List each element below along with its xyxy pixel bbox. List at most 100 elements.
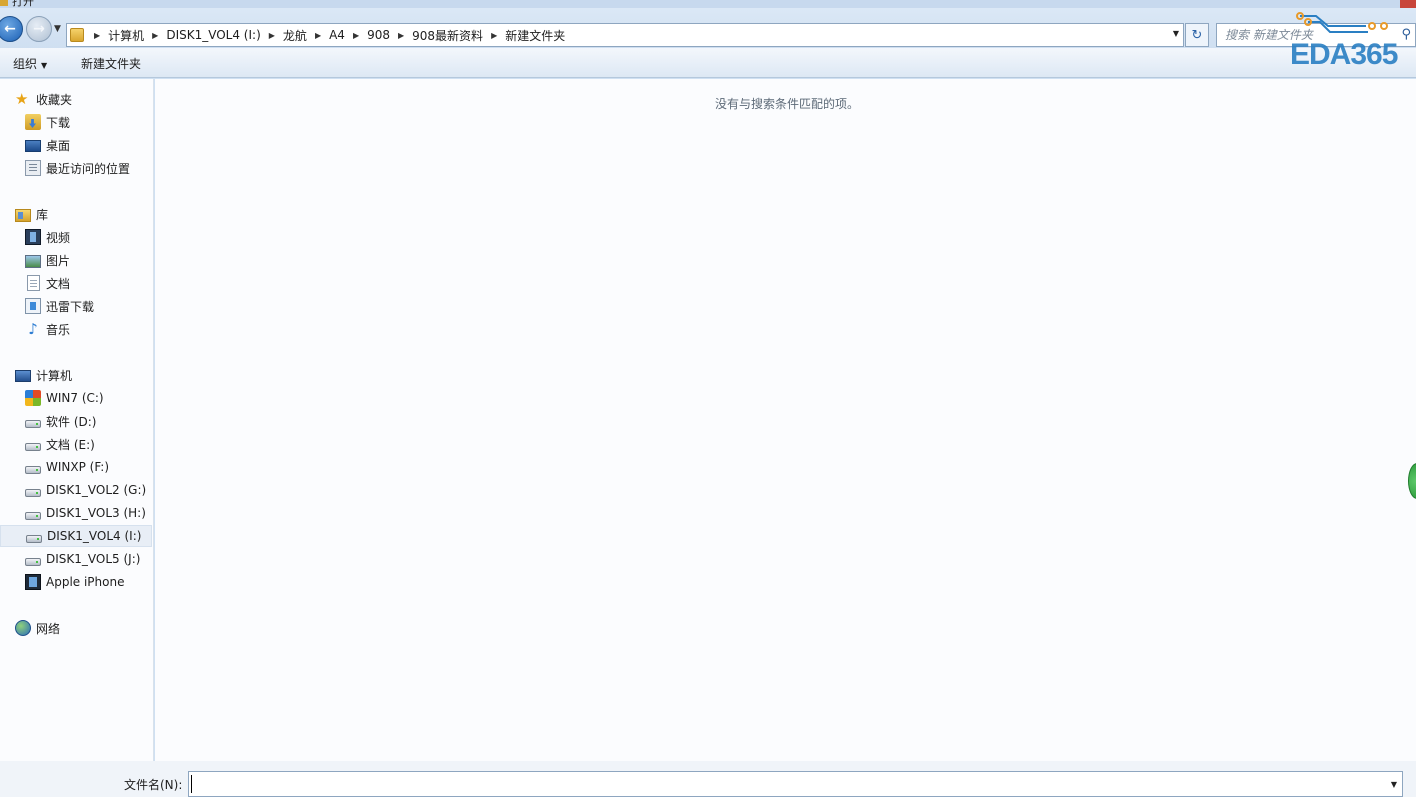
- nav-item-drive-i[interactable]: DISK1_VOL4 (I:): [0, 525, 152, 547]
- network-globe-icon: [15, 620, 31, 636]
- nav-label: 网络: [36, 621, 61, 636]
- chevron-down-icon[interactable]: ▼: [1391, 780, 1397, 789]
- breadcrumb-item[interactable]: 龙航: [283, 27, 307, 44]
- nav-item-drive-g[interactable]: DISK1_VOL2 (G:): [0, 479, 152, 501]
- nav-label: 下载: [46, 115, 71, 130]
- forward-button[interactable]: →: [26, 16, 52, 42]
- search-input[interactable]: [1225, 28, 1391, 42]
- nav-item-drive-f[interactable]: WINXP (F:): [0, 456, 152, 478]
- back-button[interactable]: ←: [0, 16, 23, 42]
- organize-label: 组织: [13, 57, 38, 71]
- breadcrumb-item[interactable]: 计算机: [108, 27, 144, 44]
- nav-item-recent-places[interactable]: 最近访问的位置: [0, 157, 152, 179]
- address-bar[interactable]: ▶ 计算机 ▶ DISK1_VOL4 (I:) ▶ 龙航 ▶ A4 ▶ 908 …: [66, 23, 1184, 47]
- hard-drive-icon: [25, 489, 41, 497]
- window-icon: [0, 0, 8, 6]
- chevron-right-icon[interactable]: ▶: [315, 31, 321, 40]
- recent-pages-dropdown[interactable]: ▼: [54, 24, 61, 34]
- title-bar: 打开: [0, 0, 1416, 8]
- nav-label: 文档 (E:): [46, 437, 95, 452]
- nav-label: 音乐: [46, 322, 71, 337]
- chevron-right-icon[interactable]: ▶: [398, 31, 404, 40]
- nav-item-drive-h[interactable]: DISK1_VOL3 (H:): [0, 502, 152, 524]
- hard-drive-icon: [25, 466, 41, 474]
- nav-label: 视频: [46, 230, 71, 245]
- hard-drive-icon: [26, 535, 42, 543]
- hard-drive-icon: [25, 420, 41, 428]
- downloads-folder-icon: [25, 114, 41, 130]
- folder-icon: [70, 28, 84, 42]
- search-box[interactable]: ⚲: [1216, 23, 1416, 47]
- nav-label: Apple iPhone: [46, 575, 125, 589]
- window-title: 打开: [12, 0, 34, 8]
- nav-network[interactable]: 网络: [0, 617, 152, 639]
- nav-item-apple-iphone[interactable]: Apple iPhone: [0, 571, 152, 593]
- star-icon: ★: [15, 90, 29, 108]
- nav-label: 收藏夹: [36, 92, 73, 107]
- chevron-right-icon[interactable]: ▶: [94, 31, 100, 40]
- breadcrumb-item[interactable]: 新建文件夹: [505, 27, 565, 44]
- new-folder-button[interactable]: 新建文件夹: [81, 55, 141, 72]
- nav-label: WIN7 (C:): [46, 391, 104, 405]
- refresh-button[interactable]: ↻: [1185, 23, 1209, 47]
- computer-icon: [15, 369, 31, 382]
- empty-results-message: 没有与搜索条件匹配的项。: [715, 97, 860, 111]
- music-note-icon: ♪: [28, 320, 38, 338]
- document-icon: [27, 275, 40, 291]
- breadcrumb-item[interactable]: 908: [367, 28, 390, 42]
- picture-icon: [25, 254, 41, 268]
- nav-label: 计算机: [36, 368, 73, 383]
- nav-favorites[interactable]: ★ 收藏夹: [0, 88, 152, 110]
- nav-item-thunder-downloads[interactable]: 迅雷下载: [0, 295, 152, 317]
- nav-label: 桌面: [46, 138, 71, 153]
- nav-item-drive-d[interactable]: 软件 (D:): [0, 410, 152, 432]
- nav-computer[interactable]: 计算机: [0, 364, 152, 386]
- command-bar: 组织 ▼ 新建文件夹: [0, 48, 1416, 78]
- nav-item-pictures[interactable]: 图片: [0, 249, 152, 271]
- chevron-right-icon[interactable]: ▶: [353, 31, 359, 40]
- library-icon: [15, 209, 31, 222]
- nav-label: 迅雷下载: [46, 299, 95, 314]
- nav-label: DISK1_VOL4 (I:): [47, 529, 142, 543]
- nav-libraries[interactable]: 库: [0, 203, 152, 225]
- hard-drive-icon: [25, 512, 41, 520]
- hard-drive-icon: [25, 558, 41, 566]
- chevron-right-icon[interactable]: ▶: [269, 31, 275, 40]
- chevron-right-icon[interactable]: ▶: [152, 31, 158, 40]
- hard-drive-icon: [25, 443, 41, 451]
- nav-item-downloads[interactable]: 下载: [0, 111, 152, 133]
- nav-item-drive-j[interactable]: DISK1_VOL5 (J:): [0, 548, 152, 570]
- nav-item-videos[interactable]: 视频: [0, 226, 152, 248]
- desktop-icon: [25, 140, 41, 152]
- address-dropdown-icon[interactable]: ▼: [1173, 29, 1179, 38]
- nav-item-drive-e[interactable]: 文档 (E:): [0, 433, 152, 455]
- filename-input[interactable]: [191, 775, 1371, 793]
- nav-label: 库: [36, 207, 49, 222]
- nav-item-drive-c[interactable]: WIN7 (C:): [0, 387, 152, 409]
- nav-label: DISK1_VOL5 (J:): [46, 552, 141, 566]
- nav-label: DISK1_VOL3 (H:): [46, 506, 146, 520]
- chevron-down-icon: ▼: [41, 61, 48, 70]
- thunder-download-icon: [25, 298, 41, 314]
- chevron-right-icon[interactable]: ▶: [491, 31, 497, 40]
- nav-label: 软件 (D:): [46, 414, 97, 429]
- iphone-icon: [25, 574, 41, 590]
- file-list-area[interactable]: 没有与搜索条件匹配的项。: [155, 79, 1416, 761]
- breadcrumb-item[interactable]: A4: [329, 28, 345, 42]
- nav-label: DISK1_VOL2 (G:): [46, 483, 147, 497]
- search-icon[interactable]: ⚲: [1401, 27, 1411, 42]
- close-button[interactable]: [1400, 0, 1416, 8]
- nav-item-documents[interactable]: 文档: [0, 272, 152, 294]
- video-icon: [25, 229, 41, 245]
- filename-row: 文件名(N): ▼: [0, 761, 1416, 797]
- nav-item-music[interactable]: ♪ 音乐: [0, 318, 152, 340]
- breadcrumb-item[interactable]: DISK1_VOL4 (I:): [166, 28, 260, 42]
- nav-item-desktop[interactable]: 桌面: [0, 134, 152, 156]
- filename-combobox[interactable]: ▼: [188, 771, 1403, 797]
- navigation-pane: ★ 收藏夹 下载 桌面 最近访问的位置 库 视频 图片 文档 迅雷下载 ♪ 音乐…: [0, 79, 154, 761]
- address-row: ← → ▼ ▶ 计算机 ▶ DISK1_VOL4 (I:) ▶ 龙航 ▶ A4 …: [0, 8, 1416, 48]
- breadcrumb-item[interactable]: 908最新资料: [412, 27, 483, 44]
- organize-button[interactable]: 组织 ▼: [13, 55, 47, 72]
- nav-label: 文档: [46, 276, 71, 291]
- nav-label: 最近访问的位置: [46, 161, 131, 176]
